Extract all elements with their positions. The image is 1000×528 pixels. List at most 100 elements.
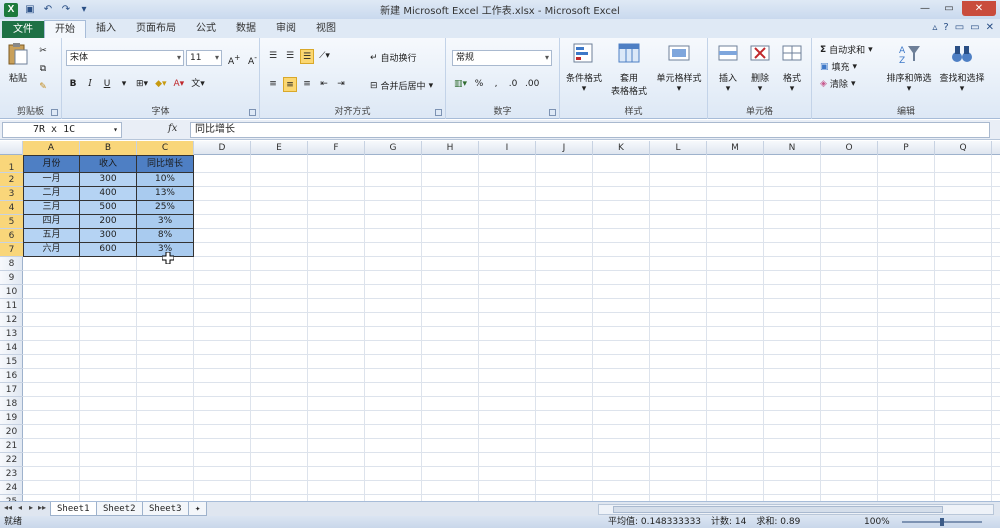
row-header-9[interactable]: 9 [0, 271, 23, 285]
decrease-font-icon[interactable]: A- [245, 50, 259, 67]
row-header-2[interactable]: 2 [0, 173, 23, 187]
orientation-icon[interactable]: ⟋▾ [317, 49, 332, 64]
row-header-21[interactable]: 21 [0, 439, 23, 453]
close-button[interactable]: ✕ [962, 1, 996, 16]
row-header-23[interactable]: 23 [0, 467, 23, 481]
column-header-n[interactable]: N [764, 141, 821, 155]
column-header-c[interactable]: C [137, 141, 194, 155]
decrease-decimal-icon[interactable]: .00 [523, 77, 541, 92]
table-cell[interactable]: 四月 [23, 215, 80, 229]
prev-sheet-icon[interactable]: ◂ [15, 503, 25, 512]
column-header-l[interactable]: L [650, 141, 707, 155]
column-header-d[interactable]: D [194, 141, 251, 155]
maximize-button[interactable]: ▭ [938, 1, 960, 16]
row-header-13[interactable]: 13 [0, 327, 23, 341]
column-header-q[interactable]: Q [935, 141, 992, 155]
formula-input[interactable]: 同比增长 [190, 122, 990, 138]
tab-file[interactable]: 文件 [2, 21, 44, 38]
column-header-h[interactable]: H [422, 141, 479, 155]
increase-decimal-icon[interactable]: .0 [506, 77, 520, 92]
align-right-icon[interactable]: ≡ [300, 77, 314, 92]
format-as-table-button[interactable]: 套用 表格格式 [606, 42, 652, 97]
column-header-o[interactable]: O [821, 141, 878, 155]
first-sheet-icon[interactable]: ◂◂ [3, 503, 13, 512]
italic-button[interactable]: I [83, 77, 97, 92]
column-header-g[interactable]: G [365, 141, 422, 155]
column-header-f[interactable]: F [308, 141, 365, 155]
tab-insert[interactable]: 插入 [86, 20, 126, 38]
column-header-i[interactable]: I [479, 141, 536, 155]
align-center-icon[interactable]: ≡ [283, 77, 297, 92]
column-header-k[interactable]: K [593, 141, 650, 155]
workbook-close-icon[interactable]: ✕ [986, 22, 994, 33]
row-header-3[interactable]: 3 [0, 187, 23, 201]
autosum-button[interactable]: Σ 自动求和 ▾ [820, 43, 873, 57]
number-format-select[interactable]: 常规 [452, 50, 552, 66]
font-color-icon[interactable]: A▾ [172, 77, 187, 92]
table-cell[interactable]: 600 [80, 243, 137, 257]
insert-cells-button[interactable]: 插入 ▾ [712, 42, 744, 94]
sheet-tab-2[interactable]: Sheet2 [96, 502, 143, 516]
cell-styles-button[interactable]: 单元格样式 ▾ [652, 42, 706, 94]
tab-formulas[interactable]: 公式 [186, 20, 226, 38]
sheet-tab-3[interactable]: Sheet3 [142, 502, 189, 516]
zoom-slider-knob[interactable] [940, 518, 944, 526]
underline-button[interactable]: U [100, 77, 114, 92]
row-header-14[interactable]: 14 [0, 341, 23, 355]
insert-sheet-icon[interactable]: ✦ [188, 502, 208, 516]
table-cell[interactable]: 8% [137, 229, 194, 243]
row-header-11[interactable]: 11 [0, 299, 23, 313]
fill-color-icon[interactable]: ◆▾ [153, 77, 168, 92]
column-header-m[interactable]: M [707, 141, 764, 155]
percent-icon[interactable]: % [472, 77, 486, 92]
font-size-select[interactable]: 11 [186, 50, 222, 66]
table-cell[interactable]: 13% [137, 187, 194, 201]
clear-button[interactable]: ◈ 清除 ▾ [820, 77, 855, 91]
row-header-10[interactable]: 10 [0, 285, 23, 299]
row-header-8[interactable]: 8 [0, 257, 23, 271]
paste-button[interactable]: 粘贴 [4, 42, 32, 84]
column-header-j[interactable]: J [536, 141, 593, 155]
name-box[interactable]: 7R x 1C [2, 122, 122, 138]
minimize-button[interactable]: — [914, 1, 936, 16]
decrease-indent-icon[interactable]: ⇤ [317, 77, 331, 92]
row-header-4[interactable]: 4 [0, 201, 23, 215]
row-header-19[interactable]: 19 [0, 411, 23, 425]
table-cell[interactable]: 10% [137, 173, 194, 187]
row-header-1[interactable]: 1 [0, 155, 23, 173]
row-header-6[interactable]: 6 [0, 229, 23, 243]
table-cell[interactable]: 一月 [23, 173, 80, 187]
insert-function-icon[interactable]: fx [168, 123, 177, 134]
table-cell[interactable]: 200 [80, 215, 137, 229]
column-header-e[interactable]: E [251, 141, 308, 155]
fill-button[interactable]: ▣ 填充 ▾ [820, 60, 857, 74]
font-launcher-icon[interactable] [249, 109, 256, 116]
delete-cells-button[interactable]: 删除 ▾ [744, 42, 776, 94]
table-cell[interactable]: 二月 [23, 187, 80, 201]
table-header-cell[interactable]: 月份 [23, 155, 80, 173]
increase-indent-icon[interactable]: ⇥ [334, 77, 348, 92]
next-sheet-icon[interactable]: ▸ [26, 503, 36, 512]
row-header-17[interactable]: 17 [0, 383, 23, 397]
minimize-ribbon-icon[interactable]: ▵ [932, 22, 937, 33]
clipboard-launcher-icon[interactable] [51, 109, 58, 116]
row-header-12[interactable]: 12 [0, 313, 23, 327]
table-cell[interactable]: 500 [80, 201, 137, 215]
table-cell[interactable]: 三月 [23, 201, 80, 215]
table-cell[interactable]: 六月 [23, 243, 80, 257]
bold-button[interactable]: B [66, 77, 80, 92]
align-middle-icon[interactable]: ☰ [283, 49, 297, 64]
table-cell[interactable]: 300 [80, 229, 137, 243]
row-header-20[interactable]: 20 [0, 425, 23, 439]
workbook-restore-icon[interactable]: ▭ [970, 22, 979, 33]
align-left-icon[interactable]: ≡ [266, 77, 280, 92]
sort-filter-button[interactable]: AZ 排序和筛选 ▾ [882, 42, 936, 94]
tab-page-layout[interactable]: 页面布局 [126, 20, 186, 38]
select-all-corner[interactable] [0, 141, 23, 155]
align-top-icon[interactable]: ☰ [266, 49, 280, 64]
row-header-5[interactable]: 5 [0, 215, 23, 229]
scrollbar-thumb[interactable] [613, 506, 943, 513]
align-bottom-icon[interactable]: ☰ [300, 49, 315, 64]
number-launcher-icon[interactable] [549, 109, 556, 116]
format-cells-button[interactable]: 格式 ▾ [776, 42, 808, 94]
